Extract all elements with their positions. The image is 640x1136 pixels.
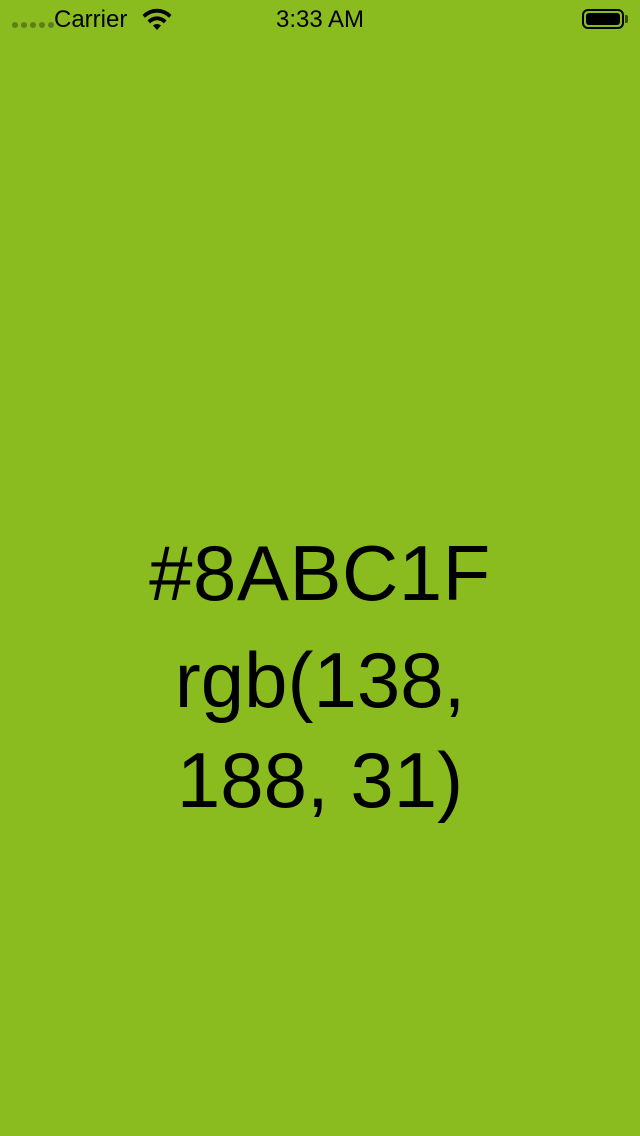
battery-fill <box>586 13 620 25</box>
hex-value: #8ABC1F <box>149 529 491 617</box>
status-bar: Carrier 3:33 AM <box>0 0 640 40</box>
battery-icon <box>582 9 624 29</box>
color-info: #8ABC1F rgb(138, 188, 31) <box>0 528 640 830</box>
rgb-value: rgb(138, 188, 31) <box>174 636 466 824</box>
battery-tip <box>625 15 628 23</box>
status-time: 3:33 AM <box>275 6 365 33</box>
